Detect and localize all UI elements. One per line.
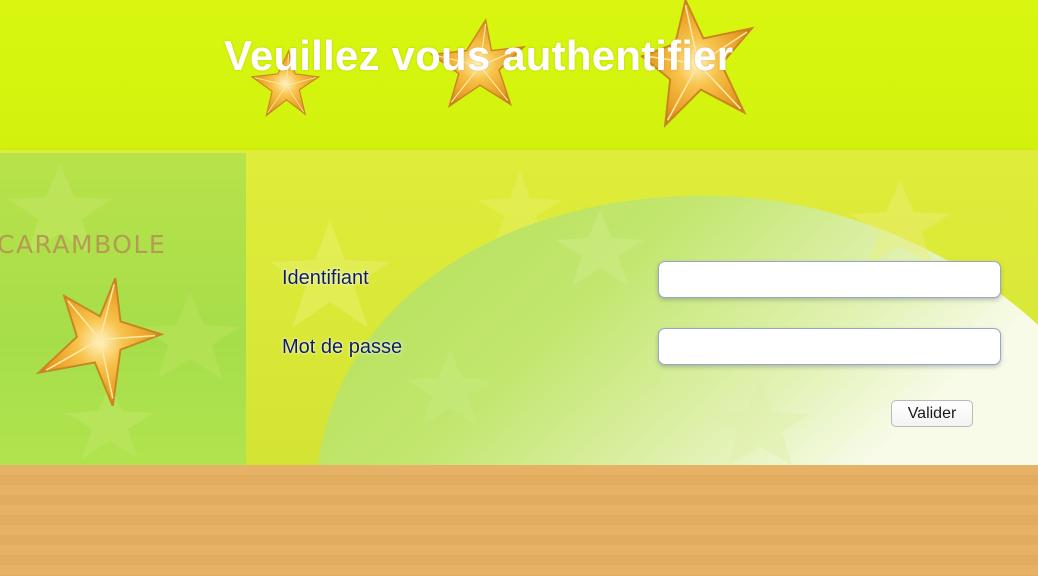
login-panel: CARAMBOLE Identifiant Mot de passe Valid…	[0, 150, 1038, 465]
identifiant-input[interactable]	[658, 261, 1001, 298]
starfruit-icon	[35, 278, 165, 406]
identifiant-label: Identifiant	[282, 267, 369, 289]
brand-name: CARAMBOLE	[0, 230, 167, 259]
password-label: Mot de passe	[282, 336, 403, 358]
page-title: Veuillez vous authentifier	[224, 32, 734, 79]
header-banner: Veuillez vous authentifier	[0, 0, 1038, 150]
password-input[interactable]	[658, 328, 1001, 365]
brand-panel: CARAMBOLE	[0, 153, 246, 465]
page-footer-background	[0, 465, 1038, 576]
submit-button[interactable]: Valider	[891, 400, 973, 427]
